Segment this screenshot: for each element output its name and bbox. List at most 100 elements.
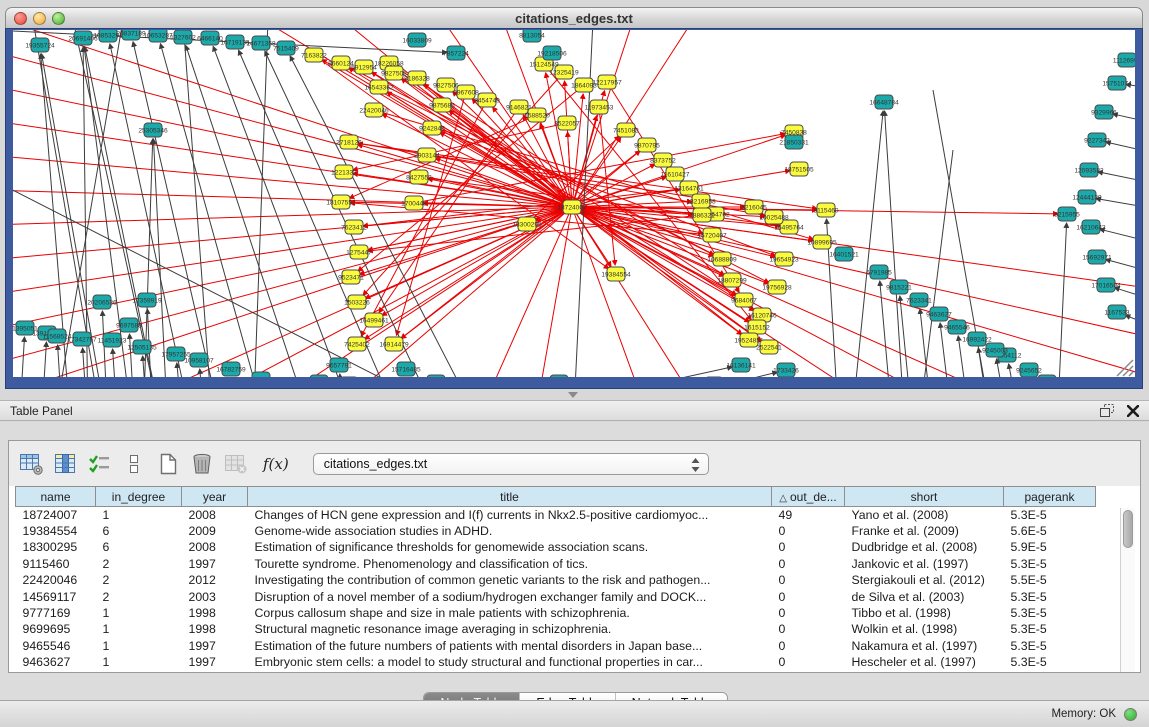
- citation-edge[interactable]: [1096, 199, 1135, 210]
- citation-edge[interactable]: [160, 44, 268, 377]
- graph-node[interactable]: 25305346: [138, 123, 168, 137]
- citation-edge[interactable]: [13, 207, 572, 225]
- graph-node[interactable]: 1327602: [170, 30, 196, 44]
- graph-node[interactable]: 16401521: [829, 247, 859, 261]
- citation-edge[interactable]: [572, 207, 1135, 340]
- graph-node[interactable]: 16499461: [359, 313, 389, 327]
- citation-edge[interactable]: [358, 85, 584, 271]
- citation-edge[interactable]: [239, 50, 403, 377]
- graph-node[interactable]: 1503226: [344, 295, 370, 309]
- graph-node[interactable]: 19384554: [601, 267, 631, 281]
- citation-edge[interactable]: [41, 342, 46, 377]
- graph-node[interactable]: 20206536: [87, 295, 117, 309]
- graph-node[interactable]: 14671358: [246, 36, 276, 50]
- citation-edge[interactable]: [200, 369, 205, 377]
- graph-node[interactable]: 8373752: [650, 153, 676, 167]
- graph-node[interactable]: 12923443: [246, 372, 276, 377]
- graph-node[interactable]: 2718126: [336, 135, 362, 149]
- citation-edge[interactable]: [880, 281, 893, 377]
- graph-node[interactable]: 9815221: [886, 280, 912, 294]
- graph-node[interactable]: 9245003: [982, 343, 1008, 357]
- graph-node[interactable]: 10653287: [143, 30, 173, 42]
- table-row[interactable]: 1830029562008Estimation of significance …: [16, 539, 1096, 555]
- graph-node[interactable]: 1167533: [1104, 305, 1130, 319]
- graph-node[interactable]: 7623341: [906, 293, 932, 307]
- graph-node[interactable]: 15720407: [697, 228, 727, 242]
- citation-edge[interactable]: [1115, 288, 1135, 303]
- table-row[interactable]: 1938455462009Genome-wide association stu…: [16, 523, 1096, 539]
- graph-node[interactable]: 6216045: [741, 200, 767, 214]
- graph-node[interactable]: 13164761: [674, 181, 704, 195]
- graph-node[interactable]: 10321556: [421, 375, 451, 377]
- network-canvas[interactable]: 1872400771638228660124591295418226058982…: [13, 30, 1135, 377]
- graph-node[interactable]: 11249815: [545, 375, 574, 377]
- table-row[interactable]: 2242004622012Investigating the contribut…: [16, 572, 1096, 588]
- citation-edge[interactable]: [1106, 259, 1135, 275]
- graph-node[interactable]: 1615152: [744, 320, 770, 334]
- citation-edge[interactable]: [58, 345, 63, 377]
- graph-node[interactable]: 9242845: [419, 121, 445, 135]
- canvas-resize-grip[interactable]: [1117, 360, 1133, 376]
- graph-node[interactable]: 7451083: [613, 123, 639, 137]
- column-checklist-icon[interactable]: [85, 449, 115, 479]
- graph-node[interactable]: 8215955: [1054, 207, 1080, 221]
- graph-node[interactable]: 9684067: [731, 293, 757, 307]
- graph-node[interactable]: 1275447: [346, 245, 372, 259]
- panel-splitter[interactable]: [0, 390, 1149, 400]
- graph-node[interactable]: 9523471: [338, 270, 364, 284]
- graph-node[interactable]: 8427552: [406, 170, 432, 184]
- citation-edge[interactable]: [1125, 315, 1135, 330]
- citation-edge[interactable]: [113, 349, 118, 377]
- row-height-icon[interactable]: [119, 449, 149, 479]
- graph-node[interactable]: 6466140: [197, 31, 223, 45]
- graph-node[interactable]: 9465546: [944, 320, 970, 334]
- graph-node[interactable]: 11126997: [1113, 53, 1135, 67]
- graph-node[interactable]: 16033809: [402, 33, 432, 47]
- graph-node[interactable]: 21850331: [779, 135, 809, 149]
- citation-edge[interactable]: [663, 367, 732, 377]
- graph-node[interactable]: 9875685: [429, 98, 455, 112]
- graph-node[interactable]: 12093582: [1074, 163, 1104, 177]
- float-panel-icon[interactable]: [1097, 403, 1117, 419]
- graph-node[interactable]: 17359919: [132, 293, 162, 307]
- citation-edge[interactable]: [885, 111, 905, 377]
- column-header-pagerank[interactable]: pagerank: [1004, 487, 1096, 507]
- citation-edge[interactable]: [442, 105, 762, 342]
- graph-node[interactable]: 7857224: [443, 46, 469, 60]
- graph-node[interactable]: 9657791: [326, 358, 352, 372]
- network-window-titlebar[interactable]: citations_edges.txt: [5, 7, 1143, 28]
- graph-node[interactable]: 9329966: [1091, 105, 1117, 119]
- citation-edge[interactable]: [401, 145, 647, 338]
- citation-edge[interactable]: [253, 30, 268, 377]
- graph-node[interactable]: 9245652: [1016, 363, 1042, 377]
- citation-edge[interactable]: [851, 111, 883, 377]
- graph-node[interactable]: 16210643: [1076, 220, 1106, 234]
- close-panel-icon[interactable]: [1123, 403, 1143, 419]
- graph-node[interactable]: 8186328: [404, 71, 430, 85]
- graph-node[interactable]: 9227343: [1084, 133, 1110, 147]
- graph-node[interactable]: 7425402: [344, 337, 370, 351]
- table-row[interactable]: 946554611997Estimation of the future num…: [16, 638, 1096, 654]
- graph-node[interactable]: 2522541: [756, 340, 782, 354]
- graph-node[interactable]: 7623412: [341, 220, 367, 234]
- graph-node[interactable]: 19654923: [769, 252, 799, 266]
- graph-node[interactable]: 8522057: [554, 116, 580, 130]
- graph-node[interactable]: 16648784: [869, 95, 899, 109]
- graph-node[interactable]: 7515409: [273, 41, 299, 55]
- column-header-title[interactable]: title: [248, 487, 772, 507]
- table-row[interactable]: 1872400712008Changes of HCN gene express…: [16, 507, 1096, 523]
- graph-node[interactable]: 19355724: [25, 38, 55, 52]
- table-row[interactable]: 1456911722003Disruption of a novel membe…: [16, 588, 1096, 604]
- graph-node[interactable]: 1700448: [401, 196, 427, 210]
- graph-node[interactable]: 8454749: [474, 93, 500, 107]
- graph-node[interactable]: 1221333: [331, 165, 357, 179]
- graph-node[interactable]: 9870795: [634, 138, 660, 152]
- graph-node[interactable]: 9697588: [116, 318, 142, 332]
- citation-edge[interactable]: [1100, 229, 1135, 245]
- table-select-dropdown[interactable]: citations_edges.txt: [313, 453, 709, 475]
- column-header-name[interactable]: name: [16, 487, 96, 507]
- citation-edge[interactable]: [19, 337, 24, 377]
- citation-edge[interactable]: [186, 46, 313, 377]
- graph-node[interactable]: 1588520: [524, 108, 550, 122]
- table-row[interactable]: 969969511998Structural magnetic resonanc…: [16, 621, 1096, 637]
